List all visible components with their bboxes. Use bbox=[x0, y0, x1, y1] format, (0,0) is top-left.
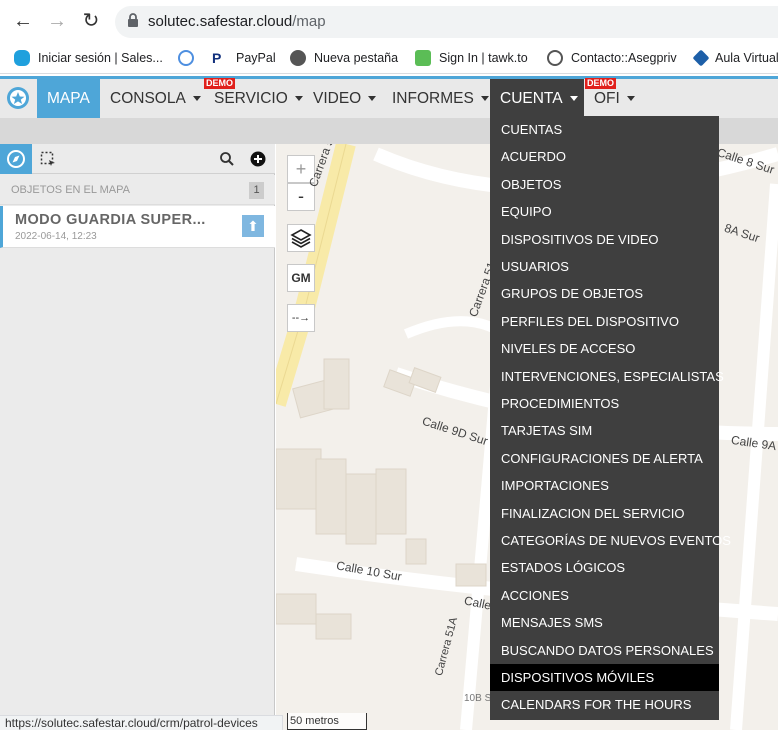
status-bar-url: https://solutec.safestar.cloud/crm/patro… bbox=[0, 715, 283, 730]
route-button[interactable]: --→ bbox=[287, 304, 315, 332]
chevron-down-icon bbox=[569, 96, 578, 102]
dropdown-item[interactable]: GRUPOS DE OBJETOS bbox=[490, 280, 719, 307]
nav-informes[interactable]: INFORMES bbox=[382, 79, 499, 118]
dropdown-item[interactable]: DISPOSITIVOS DE VIDEO bbox=[490, 226, 719, 253]
nav-mapa[interactable]: MAPA bbox=[37, 79, 100, 118]
road-right bbox=[730, 183, 778, 730]
bookmark-label: Iniciar sesión | Sales... bbox=[38, 51, 163, 65]
objects-count-badge: 1 bbox=[249, 182, 264, 199]
lock-icon bbox=[128, 13, 138, 27]
star-shield-icon bbox=[7, 87, 29, 109]
bookmark-label: Sign In | tawk.to bbox=[439, 51, 528, 65]
bookmark-shield[interactable] bbox=[178, 49, 202, 67]
dropdown-item[interactable]: EQUIPO bbox=[490, 198, 719, 225]
salesforce-icon bbox=[14, 50, 30, 66]
add-object-button[interactable] bbox=[250, 151, 266, 167]
chevron-down-icon bbox=[480, 96, 489, 102]
bookmark-salesforce[interactable]: Iniciar sesión | Sales... bbox=[14, 49, 163, 67]
reload-icon[interactable]: ↻ bbox=[80, 10, 102, 32]
dropdown-item[interactable]: ACUERDO bbox=[490, 143, 719, 170]
nav-servicio-label: SERVICIO bbox=[214, 90, 288, 107]
nav-video-label: VIDEO bbox=[313, 90, 362, 107]
zoom-out-button[interactable]: - bbox=[287, 183, 315, 211]
select-area-button[interactable] bbox=[40, 151, 56, 167]
globe-icon bbox=[547, 50, 563, 66]
nav-consola-label: CONSOLA bbox=[110, 90, 186, 107]
nav-ofi-label: OFI bbox=[594, 90, 620, 107]
object-arrow-up-icon[interactable]: ⬆ bbox=[242, 215, 264, 237]
dropdown-item[interactable]: MENSAJES SMS bbox=[490, 609, 719, 636]
gm-button[interactable]: GM bbox=[287, 264, 315, 292]
dropdown-item[interactable]: CALENDARS FOR THE HOURS bbox=[490, 691, 719, 718]
nav-mapa-label: MAPA bbox=[47, 90, 90, 107]
dropdown-item[interactable]: INTERVENCIONES, ESPECIALISTAS bbox=[490, 363, 724, 390]
chevron-down-icon bbox=[626, 96, 635, 102]
object-date: 2022-06-14, 12:23 bbox=[15, 231, 97, 242]
bookmark-label: PayPal bbox=[236, 51, 276, 65]
url-host: solutec.safestar.cloud bbox=[148, 13, 293, 30]
dropdown-item[interactable]: OBJETOS bbox=[490, 171, 719, 198]
buildings bbox=[276, 358, 487, 640]
chevron-down-icon bbox=[368, 96, 377, 102]
dropdown-item[interactable]: CATEGORÍAS DE NUEVOS EVENTOS bbox=[490, 527, 731, 554]
chevron-down-icon bbox=[192, 96, 201, 102]
url-text[interactable]: solutec.safestar.cloud/map bbox=[148, 13, 326, 30]
dropdown-item[interactable]: FINALIZACION DEL SERVICIO bbox=[490, 500, 719, 527]
globe-icon bbox=[290, 50, 306, 66]
shield-icon bbox=[178, 50, 194, 66]
dropdown-item[interactable]: ESTADOS LÓGICOS bbox=[490, 554, 719, 581]
bookmark-aula[interactable]: Aula Virtual bbox=[692, 49, 778, 67]
dropdown-item[interactable]: USUARIOS bbox=[490, 253, 719, 280]
forward-arrow-icon[interactable]: → bbox=[46, 10, 68, 32]
dropdown-item[interactable]: CONFIGURACIONES DE ALERTA bbox=[490, 445, 719, 472]
layers-icon bbox=[290, 229, 312, 248]
bookmark-label: Nueva pestaña bbox=[314, 51, 399, 65]
object-name[interactable]: MODO GUARDIA SUPER... bbox=[15, 212, 206, 228]
layers-button[interactable] bbox=[287, 224, 315, 252]
dropdown-item[interactable]: PERFILES DEL DISPOSITIVO bbox=[490, 308, 719, 335]
chevron-down-icon bbox=[294, 96, 303, 102]
tawk-icon bbox=[415, 50, 431, 66]
nav-informes-label: INFORMES bbox=[392, 90, 474, 107]
nav-consola[interactable]: CONSOLA bbox=[100, 79, 211, 118]
dropdown-item[interactable]: CUENTAS bbox=[490, 116, 719, 143]
bookmark-paypal[interactable]: P PayPal bbox=[212, 49, 276, 67]
dropdown-item[interactable]: TARJETAS SIM bbox=[490, 417, 719, 444]
compass-icon bbox=[7, 150, 25, 168]
dropdown-item[interactable]: DISPOSITIVOS MÓVILES bbox=[490, 664, 719, 692]
demo-badge: DEMO bbox=[585, 78, 616, 89]
app-logo[interactable] bbox=[0, 79, 37, 118]
bookmark-tawk[interactable]: Sign In | tawk.to bbox=[415, 49, 528, 67]
selection-icon bbox=[40, 151, 55, 166]
block-label: 10B S bbox=[464, 693, 492, 704]
plus-circle-icon bbox=[250, 151, 266, 167]
url-path: /map bbox=[292, 13, 326, 30]
dropdown-item[interactable]: PROCEDIMIENTOS bbox=[490, 390, 719, 417]
dropdown-item[interactable]: BUSCANDO DATOS PERSONALES bbox=[490, 637, 719, 664]
aula-icon bbox=[692, 49, 710, 67]
nav-cuenta[interactable]: CUENTA bbox=[490, 79, 584, 118]
search-button[interactable] bbox=[219, 151, 235, 167]
compass-button[interactable] bbox=[0, 144, 32, 174]
search-icon bbox=[220, 152, 234, 166]
bookmark-contacto[interactable]: Contacto::Asegpriv bbox=[547, 49, 677, 67]
map-scale: 50 metros bbox=[287, 713, 367, 730]
bookmark-label: Contacto::Asegpriv bbox=[571, 51, 677, 65]
paypal-icon: P bbox=[212, 50, 228, 66]
bookmark-label: Aula Virtual bbox=[715, 51, 778, 65]
objects-header-label: OBJETOS EN EL MAPA bbox=[11, 184, 130, 196]
demo-badge: DEMO bbox=[204, 78, 235, 89]
bookmark-nueva-pestana[interactable]: Nueva pestaña bbox=[290, 49, 398, 67]
nav-cuenta-label: CUENTA bbox=[500, 90, 563, 107]
dropdown-item[interactable]: IMPORTACIONES bbox=[490, 472, 719, 499]
back-arrow-icon[interactable]: ← bbox=[12, 10, 34, 32]
nav-video[interactable]: VIDEO bbox=[303, 79, 386, 118]
dropdown-item[interactable]: ACCIONES bbox=[490, 582, 719, 609]
dropdown-item[interactable]: NIVELES DE ACCESO bbox=[490, 335, 719, 362]
